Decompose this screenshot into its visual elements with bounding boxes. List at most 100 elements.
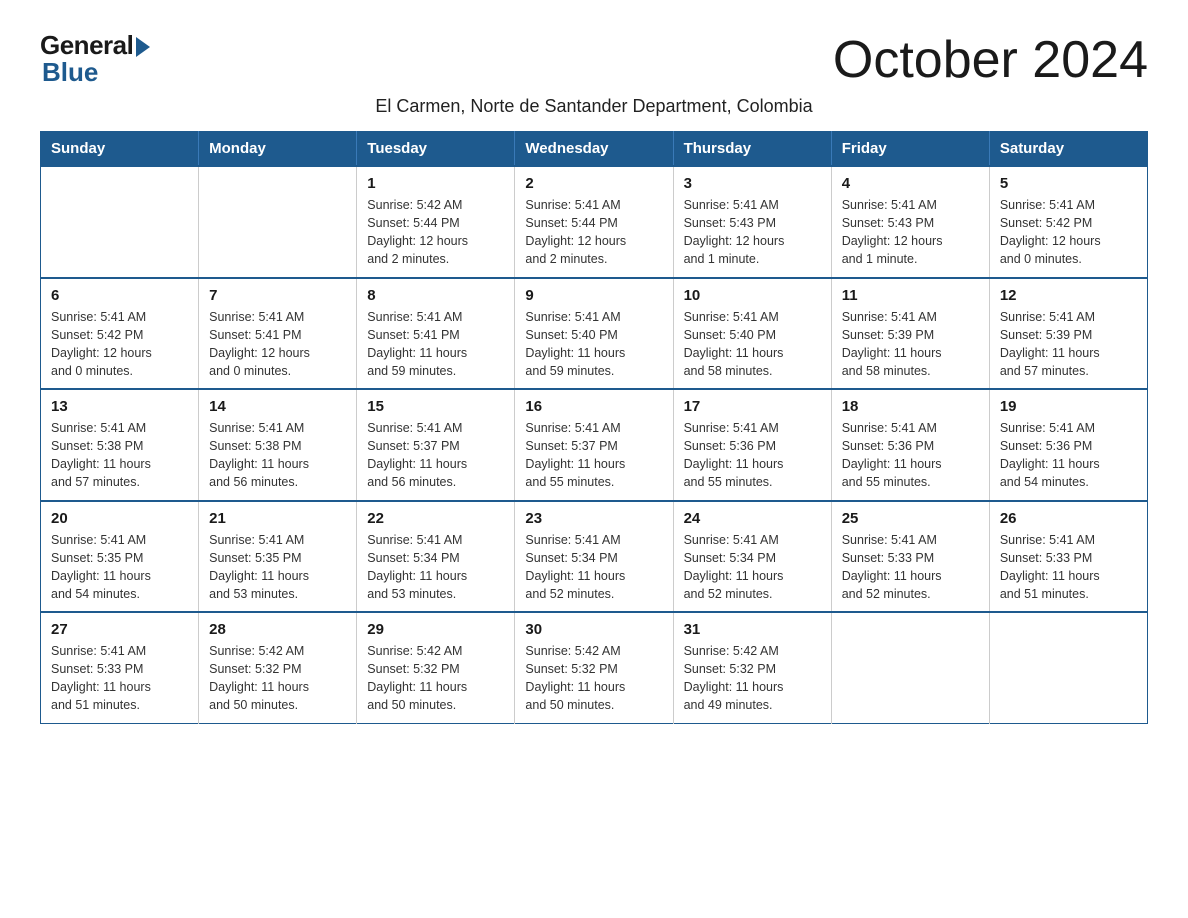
calendar-cell: 18 Sunrise: 5:41 AM Sunset: 5:36 PM Dayli… (831, 389, 989, 501)
calendar-cell: 25 Sunrise: 5:41 AM Sunset: 5:33 PM Dayli… (831, 501, 989, 613)
calendar-week-row: 20Sunrise: 5:41 AM Sunset: 5:35 PM Dayli… (41, 501, 1148, 613)
day-info: Sunrise: 5:41 AM Sunset: 5:34 PM Dayligh… (684, 531, 821, 604)
day-info: Sunrise: 5:41 AM Sunset: 5:39 PM Dayligh… (1000, 308, 1137, 381)
weekday-header: Wednesday (515, 132, 673, 167)
day-info: Sunrise: 5:41 AM Sunset: 5:38 PM Dayligh… (209, 419, 346, 492)
calendar-cell: 31Sunrise: 5:42 AM Sunset: 5:32 PM Dayli… (673, 612, 831, 723)
calendar-week-row: 13 Sunrise: 5:41 AM Sunset: 5:38 PM Dayli… (41, 389, 1148, 501)
calendar-cell: 22Sunrise: 5:41 AM Sunset: 5:34 PM Dayli… (357, 501, 515, 613)
day-info: Sunrise: 5:41 AM Sunset: 5:41 PM Dayligh… (367, 308, 504, 381)
calendar-cell: 1 Sunrise: 5:42 AM Sunset: 5:44 PM Daylig… (357, 166, 515, 278)
calendar-cell: 6Sunrise: 5:41 AM Sunset: 5:42 PM Daylig… (41, 278, 199, 390)
day-info: Sunrise: 5:42 AM Sunset: 5:32 PM Dayligh… (525, 642, 662, 715)
day-info: Sunrise: 5:41 AM Sunset: 5:37 PM Dayligh… (367, 419, 504, 492)
day-number: 25 (842, 510, 979, 527)
logo: General Blue (40, 30, 150, 88)
calendar-cell: 21 Sunrise: 5:41 AM Sunset: 5:35 PM Dayli… (199, 501, 357, 613)
day-info: Sunrise: 5:41 AM Sunset: 5:33 PM Dayligh… (51, 642, 188, 715)
day-info: Sunrise: 5:41 AM Sunset: 5:42 PM Dayligh… (51, 308, 188, 381)
calendar-cell: 30 Sunrise: 5:42 AM Sunset: 5:32 PM Dayli… (515, 612, 673, 723)
day-info: Sunrise: 5:41 AM Sunset: 5:35 PM Dayligh… (51, 531, 188, 604)
day-info: Sunrise: 5:41 AM Sunset: 5:33 PM Dayligh… (1000, 531, 1137, 604)
day-number: 28 (209, 621, 346, 638)
day-number: 19 (1000, 398, 1137, 415)
calendar-cell: 20Sunrise: 5:41 AM Sunset: 5:35 PM Dayli… (41, 501, 199, 613)
day-info: Sunrise: 5:41 AM Sunset: 5:34 PM Dayligh… (525, 531, 662, 604)
day-number: 13 (51, 398, 188, 415)
day-number: 18 (842, 398, 979, 415)
calendar-cell (199, 166, 357, 278)
calendar-cell: 5Sunrise: 5:41 AM Sunset: 5:42 PM Daylig… (989, 166, 1147, 278)
day-number: 14 (209, 398, 346, 415)
day-number: 17 (684, 398, 821, 415)
day-number: 29 (367, 621, 504, 638)
day-info: Sunrise: 5:41 AM Sunset: 5:38 PM Dayligh… (51, 419, 188, 492)
calendar-cell: 10 Sunrise: 5:41 AM Sunset: 5:40 PM Dayli… (673, 278, 831, 390)
calendar-cell: 23 Sunrise: 5:41 AM Sunset: 5:34 PM Dayli… (515, 501, 673, 613)
weekday-header: Monday (199, 132, 357, 167)
day-info: Sunrise: 5:41 AM Sunset: 5:36 PM Dayligh… (1000, 419, 1137, 492)
calendar-cell: 29 Sunrise: 5:42 AM Sunset: 5:32 PM Dayli… (357, 612, 515, 723)
calendar-cell: 24 Sunrise: 5:41 AM Sunset: 5:34 PM Dayli… (673, 501, 831, 613)
day-info: Sunrise: 5:41 AM Sunset: 5:36 PM Dayligh… (684, 419, 821, 492)
calendar-cell: 11Sunrise: 5:41 AM Sunset: 5:39 PM Dayli… (831, 278, 989, 390)
calendar-cell: 16 Sunrise: 5:41 AM Sunset: 5:37 PM Dayli… (515, 389, 673, 501)
day-number: 1 (367, 175, 504, 192)
calendar-header-row: SundayMondayTuesdayWednesdayThursdayFrid… (41, 132, 1148, 167)
calendar-cell: 28 Sunrise: 5:42 AM Sunset: 5:32 PM Dayli… (199, 612, 357, 723)
calendar-cell: 2Sunrise: 5:41 AM Sunset: 5:44 PM Daylig… (515, 166, 673, 278)
day-info: Sunrise: 5:41 AM Sunset: 5:35 PM Dayligh… (209, 531, 346, 604)
calendar-cell: 26 Sunrise: 5:41 AM Sunset: 5:33 PM Dayli… (989, 501, 1147, 613)
day-info: Sunrise: 5:41 AM Sunset: 5:33 PM Dayligh… (842, 531, 979, 604)
calendar-cell: 19 Sunrise: 5:41 AM Sunset: 5:36 PM Dayli… (989, 389, 1147, 501)
day-number: 8 (367, 287, 504, 304)
day-info: Sunrise: 5:41 AM Sunset: 5:37 PM Dayligh… (525, 419, 662, 492)
calendar-cell: 15 Sunrise: 5:41 AM Sunset: 5:37 PM Dayli… (357, 389, 515, 501)
day-info: Sunrise: 5:41 AM Sunset: 5:40 PM Dayligh… (684, 308, 821, 381)
calendar-cell: 27 Sunrise: 5:41 AM Sunset: 5:33 PM Dayli… (41, 612, 199, 723)
day-number: 30 (525, 621, 662, 638)
calendar-cell: 3Sunrise: 5:41 AM Sunset: 5:43 PM Daylig… (673, 166, 831, 278)
day-number: 15 (367, 398, 504, 415)
weekday-header: Thursday (673, 132, 831, 167)
weekday-header: Sunday (41, 132, 199, 167)
logo-blue-text: Blue (42, 57, 98, 88)
day-info: Sunrise: 5:41 AM Sunset: 5:44 PM Dayligh… (525, 196, 662, 269)
calendar-cell: 8 Sunrise: 5:41 AM Sunset: 5:41 PM Daylig… (357, 278, 515, 390)
day-info: Sunrise: 5:42 AM Sunset: 5:32 PM Dayligh… (367, 642, 504, 715)
day-info: Sunrise: 5:42 AM Sunset: 5:32 PM Dayligh… (684, 642, 821, 715)
day-number: 22 (367, 510, 504, 527)
day-number: 10 (684, 287, 821, 304)
day-info: Sunrise: 5:41 AM Sunset: 5:39 PM Dayligh… (842, 308, 979, 381)
subtitle: El Carmen, Norte de Santander Department… (40, 96, 1148, 117)
page-title: October 2024 (833, 30, 1148, 90)
day-number: 24 (684, 510, 821, 527)
day-number: 16 (525, 398, 662, 415)
day-info: Sunrise: 5:41 AM Sunset: 5:40 PM Dayligh… (525, 308, 662, 381)
day-number: 12 (1000, 287, 1137, 304)
day-info: Sunrise: 5:41 AM Sunset: 5:43 PM Dayligh… (842, 196, 979, 269)
weekday-header: Saturday (989, 132, 1147, 167)
weekday-header: Friday (831, 132, 989, 167)
day-info: Sunrise: 5:41 AM Sunset: 5:36 PM Dayligh… (842, 419, 979, 492)
day-info: Sunrise: 5:42 AM Sunset: 5:32 PM Dayligh… (209, 642, 346, 715)
day-info: Sunrise: 5:41 AM Sunset: 5:42 PM Dayligh… (1000, 196, 1137, 269)
day-info: Sunrise: 5:42 AM Sunset: 5:44 PM Dayligh… (367, 196, 504, 269)
calendar-week-row: 27 Sunrise: 5:41 AM Sunset: 5:33 PM Dayli… (41, 612, 1148, 723)
day-number: 3 (684, 175, 821, 192)
calendar-cell: 17 Sunrise: 5:41 AM Sunset: 5:36 PM Dayli… (673, 389, 831, 501)
calendar-cell (41, 166, 199, 278)
day-number: 26 (1000, 510, 1137, 527)
weekday-header: Tuesday (357, 132, 515, 167)
header: General Blue October 2024 (40, 30, 1148, 90)
calendar: SundayMondayTuesdayWednesdayThursdayFrid… (40, 131, 1148, 724)
calendar-cell (831, 612, 989, 723)
day-number: 23 (525, 510, 662, 527)
day-number: 27 (51, 621, 188, 638)
day-number: 21 (209, 510, 346, 527)
day-number: 9 (525, 287, 662, 304)
day-number: 4 (842, 175, 979, 192)
logo-arrow-icon (136, 37, 150, 57)
calendar-cell: 12 Sunrise: 5:41 AM Sunset: 5:39 PM Dayli… (989, 278, 1147, 390)
calendar-week-row: 1 Sunrise: 5:42 AM Sunset: 5:44 PM Daylig… (41, 166, 1148, 278)
